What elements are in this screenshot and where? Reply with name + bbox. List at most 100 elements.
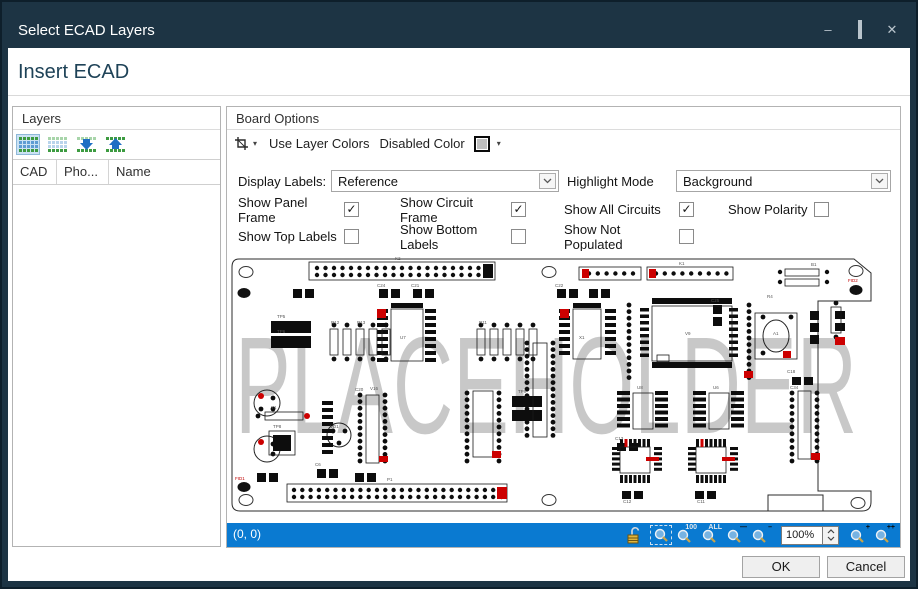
zoom-percent-value[interactable]: 100% (781, 526, 823, 545)
show-all-layers-button[interactable] (16, 134, 40, 155)
column-header-name[interactable]: Name (109, 160, 220, 184)
svg-text:FID2: FID2 (848, 278, 858, 283)
magnifier-icon (700, 528, 720, 547)
disabled-color-swatch[interactable] (474, 136, 490, 152)
disabled-color-caret[interactable]: ▾ (497, 139, 501, 148)
checkbox-show-not-populated[interactable]: Show Not Populated (564, 228, 728, 245)
svg-text:R13: R13 (357, 320, 366, 325)
maximize-icon (858, 20, 862, 39)
svg-text:FID1: FID1 (235, 476, 245, 481)
checkbox-show-bottom-labels[interactable]: Show Bottom Labels (400, 228, 564, 245)
board-checkbox-grid: Show Panel Frame✓ Show Circuit Frame✓ Sh… (238, 201, 829, 245)
display-labels-value: Reference (338, 174, 398, 189)
display-labels-combobox[interactable]: Reference (331, 170, 559, 192)
move-layer-up-button[interactable] (103, 134, 127, 155)
checkbox-box[interactable]: ✓ (344, 202, 359, 217)
svg-text:V9: V9 (685, 331, 691, 336)
svg-text:C11: C11 (697, 499, 705, 504)
svg-text:C20: C20 (355, 387, 364, 392)
use-layer-colors-button[interactable]: Use Layer Colors (269, 136, 369, 151)
cancel-button[interactable]: Cancel (827, 556, 905, 578)
highlight-mode-dropdown-button[interactable] (871, 173, 888, 189)
magnifier-icon (750, 528, 770, 547)
checkbox-show-panel-frame[interactable]: Show Panel Frame✓ (238, 201, 400, 218)
svg-text:V16: V16 (370, 386, 379, 391)
spin-up-icon (827, 529, 835, 534)
dialog-window: Select ECAD Layers – ✕ Insert ECAD Layer… (0, 0, 918, 589)
magnifier-icon (725, 528, 745, 547)
svg-text:TP5: TP5 (277, 314, 286, 319)
maximize-button[interactable] (852, 22, 868, 38)
checkbox-box[interactable] (344, 229, 359, 244)
layer-grid-light-icon (47, 136, 68, 153)
layer-grid-icon (18, 136, 39, 153)
title-bar: Select ECAD Layers – ✕ (2, 2, 916, 48)
crop-dropdown-caret[interactable]: ▾ (253, 139, 257, 148)
zoom-out-fast-button[interactable]: — (725, 525, 747, 545)
checkbox-box[interactable]: ✓ (679, 202, 694, 217)
crop-board-button[interactable]: ▾ (234, 136, 257, 151)
close-button[interactable]: ✕ (884, 22, 900, 38)
zoom-window-button[interactable] (650, 525, 672, 545)
svg-text:B1: B1 (811, 262, 817, 267)
column-header-cad[interactable]: CAD (13, 160, 57, 184)
layers-panel: Layers CAD Pho... Name (12, 106, 221, 547)
dialog-content: Insert ECAD Layers CAD Ph (8, 48, 910, 581)
ok-button[interactable]: OK (742, 556, 820, 578)
zoom-in-fast-button[interactable]: ++ (873, 525, 895, 545)
column-header-photo[interactable]: Pho... (57, 160, 109, 184)
header-divider (8, 95, 910, 96)
checkbox-show-all-circuits[interactable]: Show All Circuits✓ (564, 201, 728, 218)
svg-text:U8: U8 (637, 385, 643, 390)
preview-status-bar: (0, 0) (227, 523, 900, 547)
zoom-all-button[interactable]: ALL (700, 525, 722, 545)
svg-text:K2: K2 (395, 256, 401, 261)
unlock-icon (625, 525, 645, 545)
chevron-down-icon (875, 178, 884, 184)
crop-icon (234, 136, 249, 151)
checkbox-show-top-labels[interactable]: Show Top Labels (238, 228, 400, 245)
svg-text:C12: C12 (623, 499, 632, 504)
checkbox-box[interactable] (511, 229, 526, 244)
svg-text:R11: R11 (479, 320, 487, 325)
highlight-mode-value: Background (683, 174, 752, 189)
highlight-mode-combobox[interactable]: Background (676, 170, 891, 192)
svg-text:K1: K1 (679, 261, 685, 266)
checkbox-show-polarity[interactable]: Show Polarity (728, 201, 829, 218)
zoom-spin-buttons[interactable] (823, 526, 839, 545)
zoom-percent-spinner[interactable]: 100% (781, 526, 839, 545)
checkbox-box[interactable] (679, 229, 694, 244)
checkbox-show-circuit-frame[interactable]: Show Circuit Frame✓ (400, 201, 564, 218)
minimize-button[interactable]: – (820, 22, 836, 38)
svg-text:R4: R4 (767, 294, 773, 299)
svg-text:TP8: TP8 (273, 424, 282, 429)
svg-text:C6: C6 (315, 462, 321, 467)
svg-text:C25: C25 (711, 298, 720, 303)
lock-view-button[interactable] (625, 525, 647, 545)
checkbox-box[interactable]: ✓ (511, 202, 526, 217)
magnifier-icon (873, 528, 893, 547)
chevron-down-icon (543, 178, 552, 184)
spin-down-icon (827, 536, 835, 541)
zoom-in-button[interactable]: + (848, 525, 870, 545)
hide-all-layers-button[interactable] (45, 134, 69, 155)
svg-text:A1: A1 (773, 331, 779, 336)
checkbox-box[interactable] (814, 202, 829, 217)
arrow-up-layer-icon (105, 136, 126, 153)
cursor-coordinates: (0, 0) (233, 527, 261, 541)
magnifier-icon (675, 528, 695, 547)
svg-text:TP9: TP9 (518, 389, 527, 394)
zoom-100-button[interactable]: 100 (675, 525, 697, 545)
svg-text:C18: C18 (787, 369, 796, 374)
svg-text:C13: C13 (615, 436, 624, 441)
window-title: Select ECAD Layers (18, 22, 155, 39)
display-labels-dropdown-button[interactable] (539, 173, 556, 189)
board-options-panel: Board Options ▾ Use Layer Colors Disable… (226, 106, 901, 548)
zoom-window-icon (651, 526, 671, 545)
layers-table-header: CAD Pho... Name (13, 159, 220, 185)
move-layer-down-button[interactable] (74, 134, 98, 155)
arrow-down-layer-icon (76, 136, 97, 153)
board-preview-canvas[interactable]: PLACEHOLDER (227, 251, 900, 525)
page-title: Insert ECAD (18, 61, 129, 84)
zoom-out-button[interactable]: – (750, 525, 772, 545)
